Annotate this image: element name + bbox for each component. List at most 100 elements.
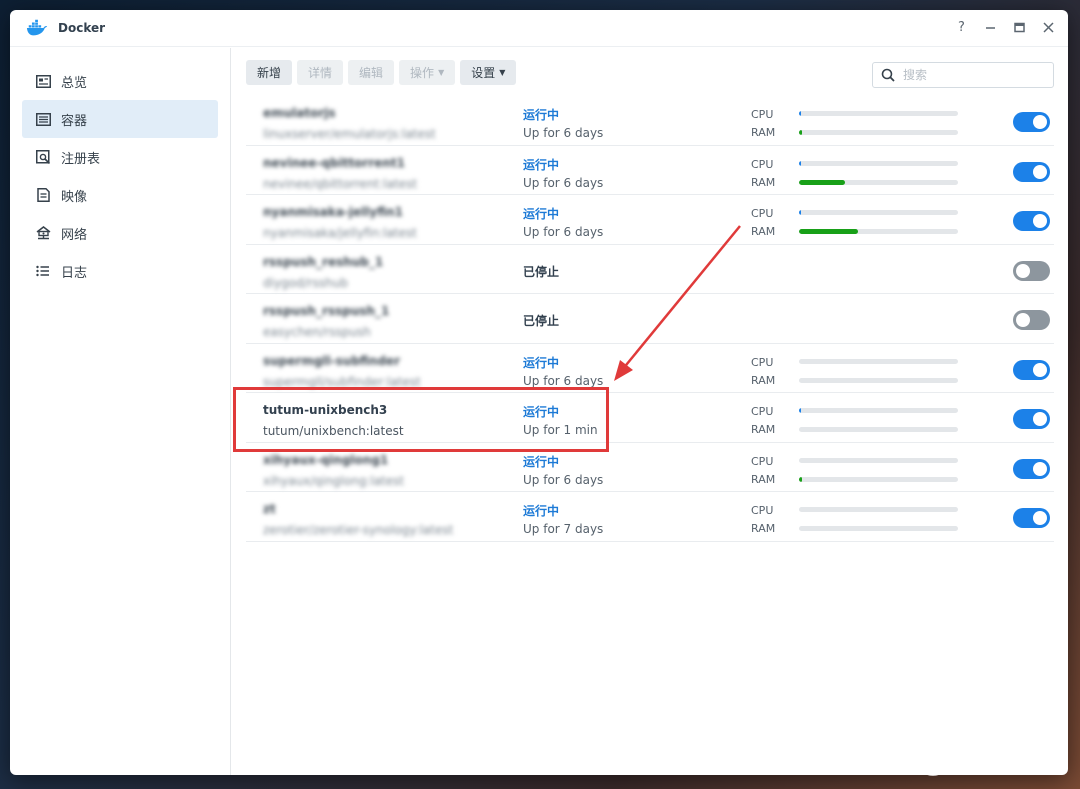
table-row[interactable]: tutum-unixbench3 tutum/unixbench:latest 运行… (246, 393, 1054, 443)
sidebar-item-log[interactable]: 日志 (22, 252, 218, 290)
settings-dropdown[interactable]: 设置 ▼ (460, 59, 517, 85)
container-uptime: Up for 6 days (523, 126, 604, 140)
sidebar-item-registry[interactable]: 注册表 (22, 138, 218, 176)
maximize-icon[interactable] (1012, 20, 1027, 35)
sidebar-item-network[interactable]: 网络 (22, 214, 218, 252)
container-status: 已停止 (523, 264, 560, 279)
container-name: zt (263, 502, 276, 516)
ram-label: RAM (751, 175, 776, 189)
search-input[interactable] (903, 68, 1043, 82)
container-toggle[interactable] (1013, 359, 1050, 380)
container-toggle[interactable] (1013, 458, 1050, 479)
ram-usage-bar (799, 130, 958, 135)
cpu-label: CPU (751, 157, 774, 171)
table-row[interactable]: rsspush_reshub_1 diygod/rsshub 已停止 (246, 245, 1054, 294)
table-row[interactable]: xihyaux-qinglong1 xihyaux/qinglong:latest… (246, 443, 1054, 492)
cpu-usage-fill (799, 408, 801, 413)
container-toggle[interactable] (1013, 310, 1050, 330)
table-row[interactable]: supermgll-subfinder supermgll/subfinder:l… (246, 344, 1054, 393)
details-button-label: 详情 (308, 65, 333, 80)
container-image: xihyaux/qinglong:latest (263, 473, 405, 488)
container-image: linuxserver/emulatorjs:latest (263, 127, 436, 141)
action-dropdown[interactable]: 操作 ▼ (399, 59, 456, 85)
container-uptime: Up for 1 min (523, 423, 598, 437)
window-controls: ? (954, 20, 1056, 35)
table-row[interactable]: emulatorjs linuxserver/emulatorjs:latest 运… (246, 96, 1054, 146)
table-row[interactable]: nevinee-qbittorrent1 nevinee/qbittorrent:… (246, 146, 1054, 195)
cpu-label: CPU (751, 207, 774, 220)
add-button[interactable]: 新增 (246, 59, 293, 85)
container-image: zerotier/zerotier-synology:latest (263, 523, 454, 537)
settings-dropdown-label: 设置 (471, 65, 496, 80)
container-status: 运行中 (523, 454, 560, 469)
network-icon (35, 225, 51, 241)
table-row[interactable]: zt zerotier/zerotier-synology:latest 运行中 Up… (246, 492, 1054, 542)
cpu-usage-bar (799, 210, 958, 215)
cpu-label: CPU (751, 504, 774, 517)
container-name: nevinee-qbittorrent1 (263, 155, 406, 170)
container-status: 运行中 (523, 405, 560, 419)
log-icon (35, 263, 51, 279)
container-image: nevinee/qbittorrent:latest (263, 176, 418, 191)
edit-button[interactable]: 编辑 (348, 59, 395, 85)
cpu-label: CPU (751, 108, 774, 121)
toggle-knob (1033, 362, 1047, 377)
container-name: emulatorjs (263, 106, 336, 120)
toggle-knob (1033, 115, 1047, 129)
minimize-icon[interactable] (983, 20, 998, 35)
container-uptime: Up for 7 days (523, 522, 604, 536)
edit-button-label: 编辑 (359, 65, 384, 80)
help-icon[interactable]: ? (954, 20, 969, 35)
toggle-knob (1033, 412, 1047, 426)
ram-label: RAM (751, 225, 776, 238)
sidebar-item-image[interactable]: 映像 (22, 176, 218, 214)
ram-label: RAM (751, 423, 776, 436)
watermark-text: 什么值得买 (955, 751, 1066, 776)
container-toggle[interactable] (1013, 508, 1050, 528)
sidebar-item-container[interactable]: 容器 (22, 100, 218, 138)
caret-down-icon: ▼ (438, 67, 445, 77)
container-image: diygod/rsshub (263, 275, 348, 290)
table-row[interactable]: rsspush_rsspush_1 easychen/rsspush 已停止 (246, 294, 1054, 344)
close-icon[interactable] (1041, 20, 1056, 35)
container-uptime: Up for 6 days (523, 225, 604, 239)
ram-usage-bar (799, 179, 958, 185)
container-toggle[interactable] (1013, 260, 1050, 281)
container-status: 已停止 (523, 314, 560, 328)
table-row[interactable]: nyanmisaka-jellyfin1 nyanmisaka/jellyfin:… (246, 195, 1054, 245)
cpu-usage-bar (799, 457, 958, 463)
container-toggle[interactable] (1013, 112, 1050, 132)
sidebar-item-overview[interactable]: 总览 (22, 62, 218, 100)
sidebar-item-label: 日志 (61, 265, 88, 281)
cpu-label: CPU (751, 405, 774, 418)
sidebar-item-label: 网络 (61, 227, 88, 243)
sidebar: 总览 容器 注册表 映像 网络 日志 (10, 48, 231, 775)
ram-usage-fill (799, 179, 846, 185)
container-status: 运行中 (523, 504, 560, 518)
container-image: tutum/unixbench:latest (263, 424, 404, 438)
ram-label: RAM (751, 373, 776, 387)
details-button[interactable]: 详情 (297, 59, 344, 85)
cpu-usage-bar (799, 507, 958, 512)
container-name: rsspush_reshub_1 (263, 254, 384, 269)
container-toggle[interactable] (1013, 409, 1050, 429)
sidebar-item-label: 映像 (61, 189, 88, 205)
cpu-usage-fill (799, 160, 801, 166)
toggle-knob (1033, 461, 1047, 476)
container-name: supermgll-subfinder (263, 353, 400, 368)
container-toggle[interactable] (1013, 161, 1050, 182)
cpu-label: CPU (751, 355, 774, 369)
container-toggle[interactable] (1013, 211, 1050, 231)
ram-usage-fill (799, 476, 803, 482)
toggle-knob (1033, 214, 1047, 228)
cpu-label: CPU (751, 454, 774, 468)
cpu-usage-bar (799, 358, 958, 364)
sidebar-item-label: 总览 (61, 75, 88, 91)
watermark-logo: 值 (917, 746, 948, 776)
search-box (872, 62, 1054, 88)
ram-usage-bar (799, 427, 958, 432)
ram-label: RAM (751, 522, 776, 535)
container-uptime: Up for 6 days (523, 472, 604, 487)
container-image: nyanmisaka/jellyfin:latest (263, 226, 417, 240)
ram-usage-bar (799, 526, 958, 531)
